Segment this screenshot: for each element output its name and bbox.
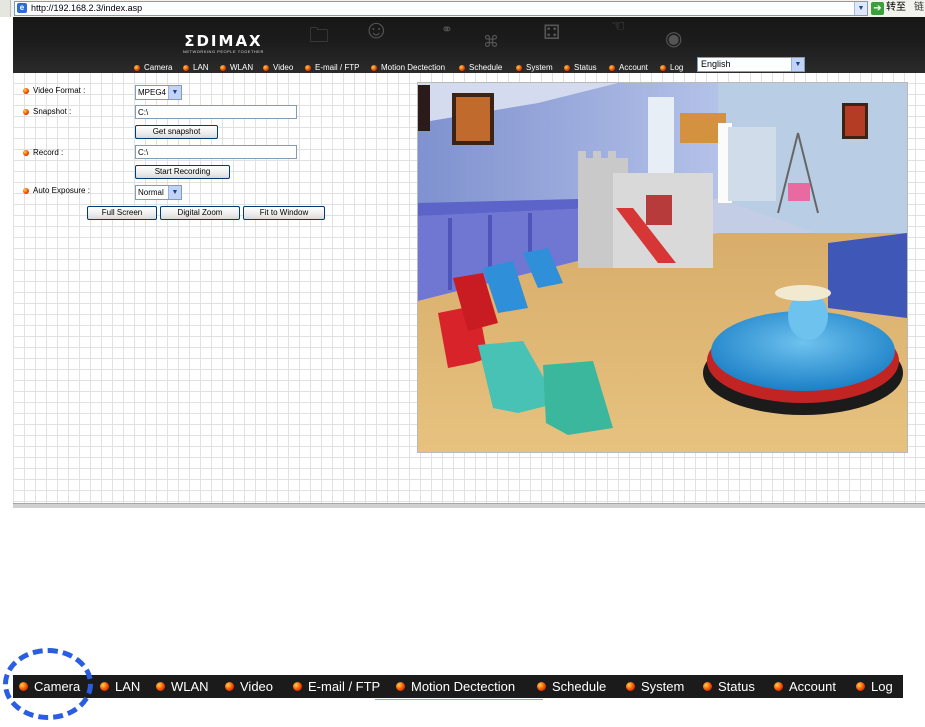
go-arrow-icon[interactable]: ➔: [871, 2, 884, 15]
nav-item-schedule[interactable]: Schedule: [459, 62, 502, 73]
bullet-icon: [156, 682, 165, 691]
nav-item-account[interactable]: Account: [609, 62, 648, 73]
edimax-logo: ΣDIMAX NETWORKING PEOPLE TOGETHER: [183, 33, 264, 55]
bullet-icon: [856, 682, 865, 691]
gamepad-decor-icon: ⌘: [483, 34, 499, 51]
snapshot-row: Snapshot :: [23, 107, 71, 117]
nav-item-status[interactable]: Status: [564, 62, 597, 73]
bullet-icon: [537, 682, 546, 691]
bullet-icon: [516, 64, 522, 71]
playroom-camera-image: [418, 83, 907, 452]
bullet-icon: [564, 64, 570, 71]
zoomed-nav-bar: Camera LAN WLAN Video E-mail / FTP Motio…: [13, 675, 903, 698]
bullet-icon: [774, 682, 783, 691]
nav-item-wlan[interactable]: WLAN: [220, 62, 253, 73]
nav-item-email-ftp[interactable]: E-mail / FTP: [305, 62, 359, 73]
language-value: English: [701, 59, 731, 69]
address-dropdown-icon[interactable]: ▼: [854, 2, 867, 15]
zoom-nav-item-schedule[interactable]: Schedule: [537, 675, 606, 698]
bullet-icon: [134, 64, 140, 71]
bullet-icon: [396, 682, 405, 691]
auto-exposure-value: Normal: [138, 188, 164, 197]
chevron-down-icon[interactable]: ▼: [168, 186, 181, 199]
record-row: Record :: [23, 148, 63, 158]
video-format-value: MPEG4: [138, 88, 167, 97]
zoom-nav-item-wlan[interactable]: WLAN: [156, 675, 209, 698]
zoom-nav-item-log[interactable]: Log: [856, 675, 893, 698]
nav-item-log[interactable]: Log: [660, 62, 683, 73]
zoom-nav-item-system[interactable]: System: [626, 675, 684, 698]
nav-item-lan[interactable]: LAN: [183, 62, 209, 73]
snapshot-label: Snapshot :: [33, 107, 72, 116]
language-select[interactable]: English ▼: [697, 57, 805, 72]
bullet-icon: [23, 150, 29, 156]
auto-exposure-row: Auto Exposure :: [23, 186, 90, 196]
video-format-row: Video Format :: [23, 86, 85, 96]
bullet-icon: [220, 64, 226, 71]
bullet-icon: [23, 88, 29, 94]
camera-video-feed[interactable]: [417, 82, 908, 453]
zoom-nav-item-lan[interactable]: LAN: [100, 675, 140, 698]
links-label[interactable]: 链: [914, 1, 924, 15]
digital-zoom-button[interactable]: Digital Zoom: [160, 206, 240, 220]
chevron-down-icon[interactable]: ▼: [168, 86, 181, 99]
bullet-icon: [100, 682, 109, 691]
bullet-icon: [660, 64, 666, 71]
address-url[interactable]: http://192.168.2.3/index.asp: [31, 2, 142, 15]
chevron-down-icon[interactable]: ▼: [791, 58, 804, 71]
bullet-icon: [459, 64, 465, 71]
camera-highlight-circle: [3, 648, 93, 720]
page-favicon-icon: e: [17, 3, 27, 13]
motion-detection-underline: [375, 699, 543, 700]
bullet-icon: [225, 682, 234, 691]
bullet-icon: [626, 682, 635, 691]
start-recording-button[interactable]: Start Recording: [135, 165, 230, 179]
fit-to-window-button[interactable]: Fit to Window: [243, 206, 325, 220]
nav-item-motion-detection[interactable]: Motion Dectection: [371, 62, 445, 73]
snapshot-path-input[interactable]: C:\: [135, 105, 297, 119]
puzzle-decor-icon: ⚃: [543, 22, 561, 44]
page-bottom-border: [13, 503, 925, 508]
zoom-nav-item-video[interactable]: Video: [225, 675, 273, 698]
zoom-nav-item-status[interactable]: Status: [703, 675, 755, 698]
bullet-icon: [23, 188, 29, 194]
hand-decor-icon: ☜: [611, 18, 626, 35]
zoom-nav-item-account[interactable]: Account: [774, 675, 836, 698]
bullet-icon: [23, 109, 29, 115]
brand-tagline: NETWORKING PEOPLE TOGETHER: [183, 49, 264, 54]
bullet-icon: [609, 64, 615, 71]
browser-address-bar: e http://192.168.2.3/index.asp ▼ ➔ 转至 链: [0, 0, 925, 17]
nav-item-video[interactable]: Video: [263, 62, 293, 73]
auto-exposure-select[interactable]: Normal ▼: [135, 185, 182, 200]
bullet-icon: [371, 64, 377, 71]
eye-decor-icon: ◉: [665, 28, 683, 50]
bullet-icon: [263, 64, 269, 71]
get-snapshot-button[interactable]: Get snapshot: [135, 125, 218, 139]
browser-side-strip: [0, 0, 11, 17]
bullet-icon: [183, 64, 189, 71]
smiley-decor-icon: ☺: [363, 17, 390, 44]
video-format-select[interactable]: MPEG4 ▼: [135, 85, 182, 100]
glasses-decor-icon: ⚭: [441, 21, 453, 37]
full-screen-button[interactable]: Full Screen: [87, 206, 157, 220]
bullet-icon: [293, 682, 302, 691]
zoom-nav-item-motion-detection[interactable]: Motion Dectection: [396, 675, 515, 698]
record-label: Record :: [33, 148, 64, 157]
folder-decor-icon: 🗀: [309, 25, 329, 47]
video-format-label: Video Format :: [33, 86, 86, 95]
camera-web-page: ΣDIMAX NETWORKING PEOPLE TOGETHER 🗀 ☺ ⚭ …: [13, 17, 925, 507]
auto-exposure-label: Auto Exposure :: [33, 186, 90, 195]
zoom-nav-item-email-ftp[interactable]: E-mail / FTP: [293, 675, 380, 698]
brand-name: ΣDIMAX: [184, 32, 263, 50]
bullet-icon: [703, 682, 712, 691]
bullet-icon: [305, 64, 311, 71]
nav-item-system[interactable]: System: [516, 62, 553, 73]
go-button-label[interactable]: 转至: [886, 1, 906, 15]
nav-item-camera[interactable]: Camera: [134, 62, 172, 73]
address-field[interactable]: e http://192.168.2.3/index.asp ▼: [14, 1, 868, 16]
record-path-input[interactable]: C:\: [135, 145, 297, 159]
